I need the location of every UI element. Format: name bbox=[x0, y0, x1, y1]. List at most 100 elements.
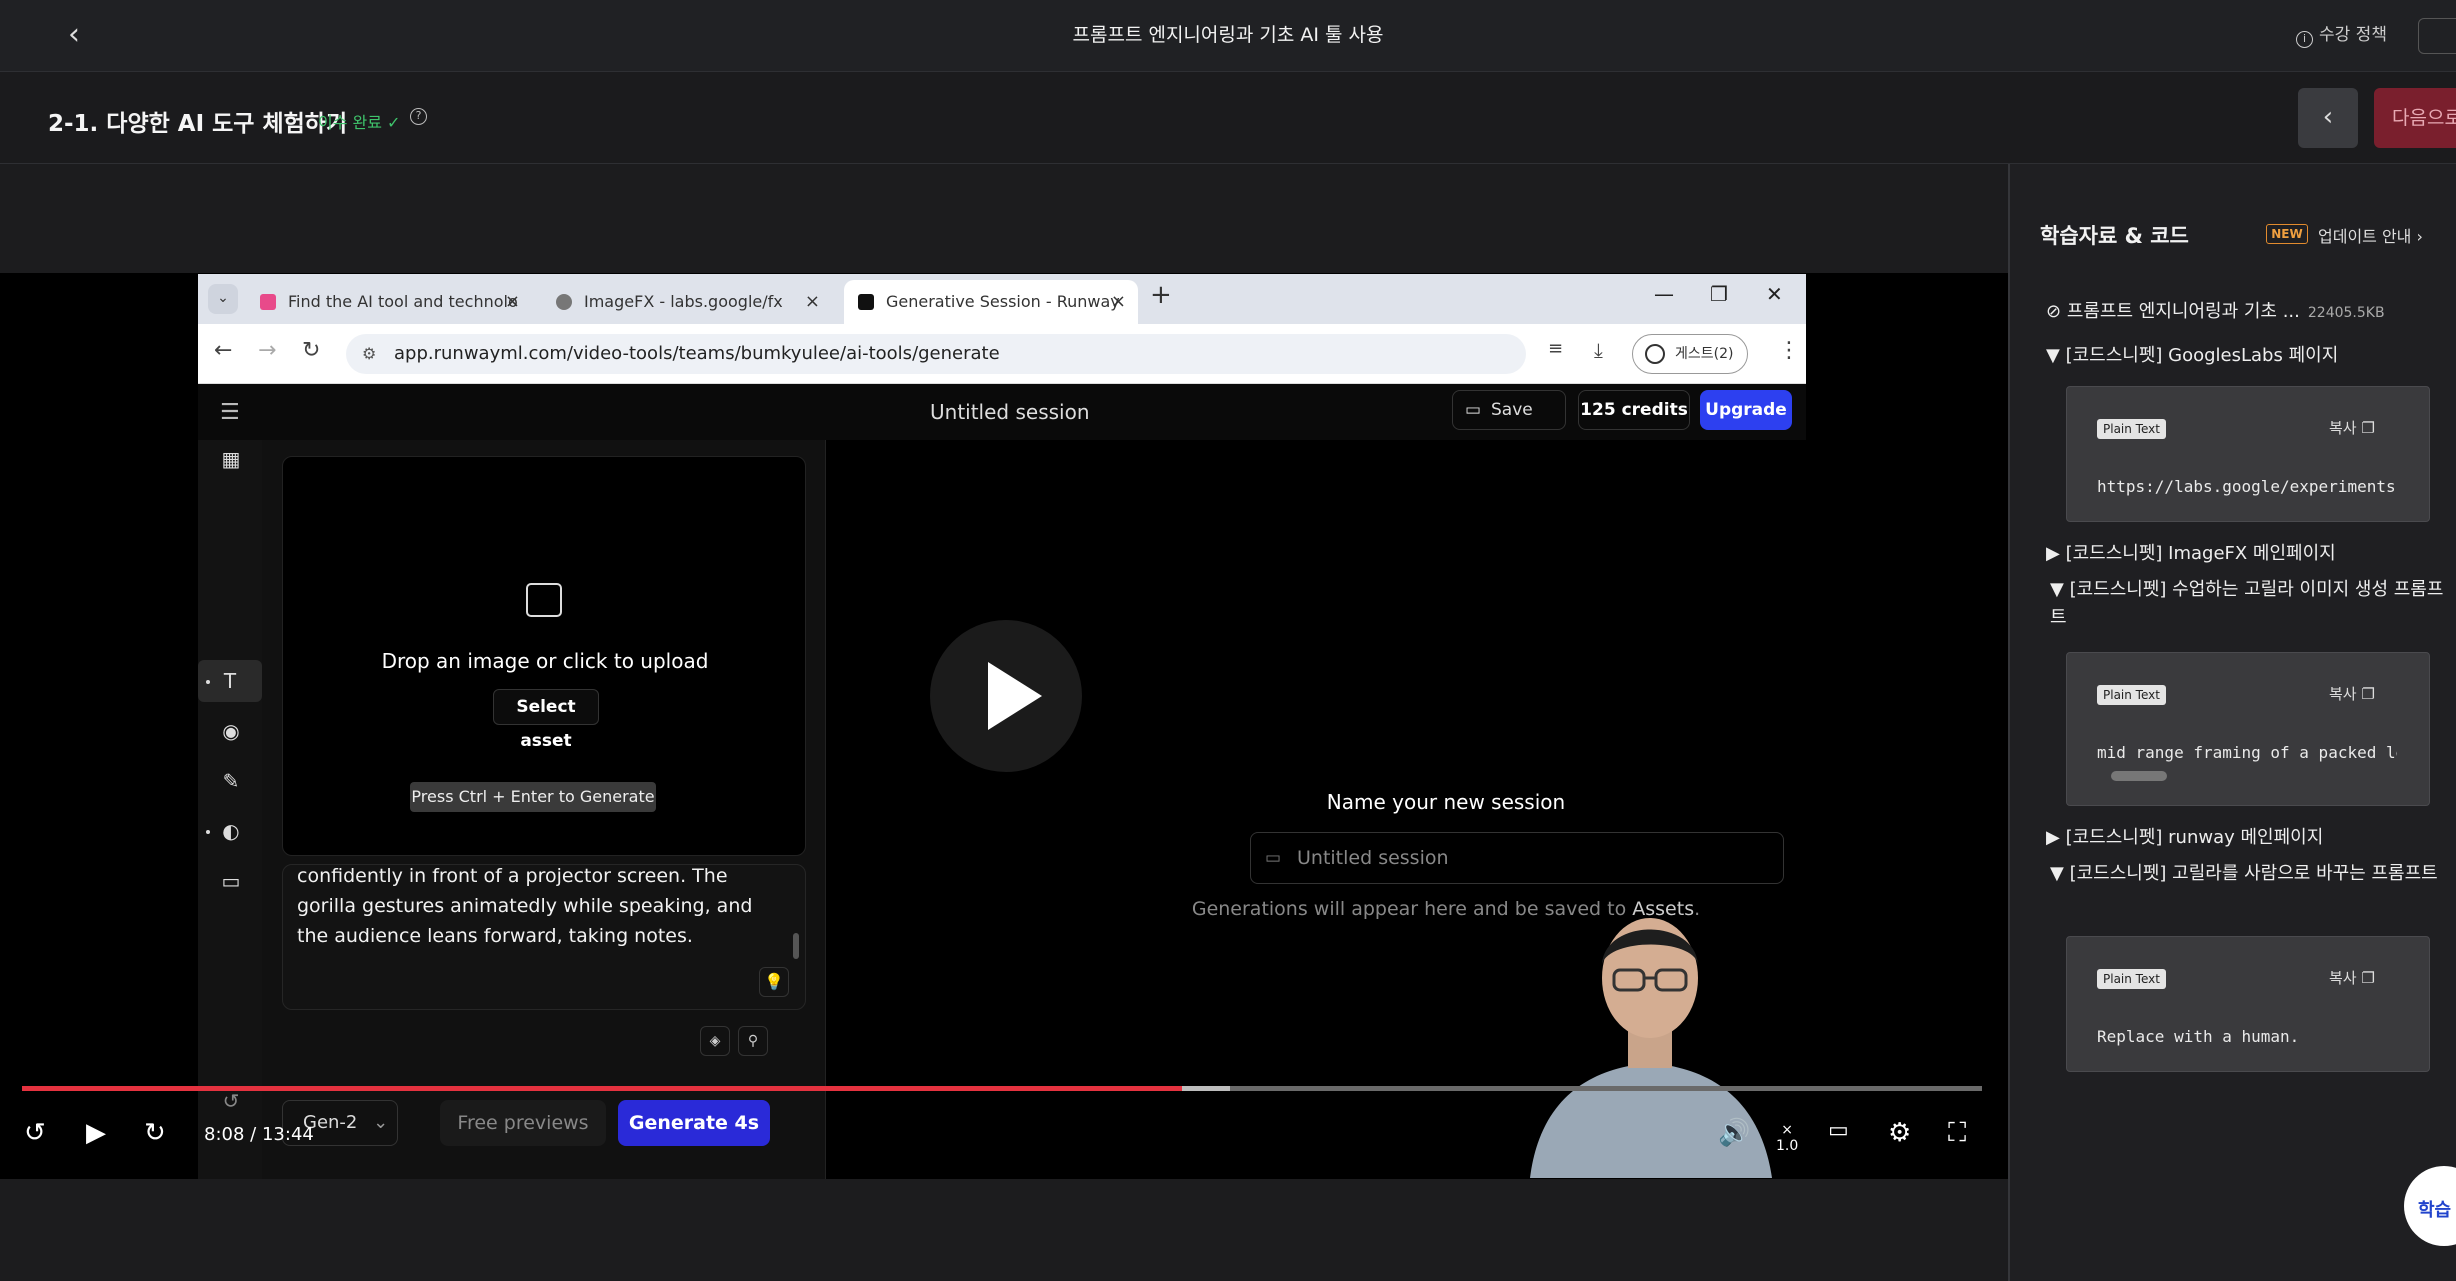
snippet-label: [코드스니펫] 수업하는 고릴라 이미지 생성 프롬프트 bbox=[2050, 579, 2444, 628]
folder-icon: ▭ bbox=[1465, 400, 1482, 420]
reload-icon: ↻ bbox=[302, 338, 321, 363]
rewind-10-icon[interactable]: ↺ bbox=[24, 1118, 46, 1148]
play-icon bbox=[988, 662, 1042, 730]
camera-icon: ◉ bbox=[222, 719, 240, 743]
browser-tab: ImageFX - labs.google/fx × bbox=[542, 280, 832, 324]
prev-lesson-button[interactable]: ‹ bbox=[2298, 88, 2358, 148]
name-session-heading: Name your new session bbox=[1326, 790, 1566, 814]
code-block: Plain Text 복사 ❐ Replace with a human. bbox=[2066, 936, 2430, 1072]
forward-10-icon[interactable]: ↻ bbox=[144, 1118, 166, 1148]
settings-gear-icon[interactable]: ⚙ bbox=[1888, 1118, 1911, 1148]
caret-down-icon: ▼ bbox=[2050, 863, 2070, 884]
captions-icon[interactable]: ▭ bbox=[1828, 1118, 1849, 1143]
tab-label: Generative Session - Runway bbox=[886, 292, 1120, 311]
media-icon: ≡ bbox=[1548, 338, 1564, 359]
tab-favicon bbox=[556, 294, 572, 310]
restore-icon: ❐ bbox=[1710, 282, 1728, 306]
copy-icon: ❐ bbox=[2361, 969, 2375, 987]
close-icon: × bbox=[504, 291, 520, 312]
copy-label: 복사 bbox=[2329, 419, 2357, 437]
code-block: Plain Text 복사 ❐ mid range framing of a p… bbox=[2066, 652, 2430, 806]
back-arrow-icon: ← bbox=[214, 338, 233, 363]
tab-favicon bbox=[260, 294, 276, 310]
snippet-label: [코드스니펫] runway 메인페이지 bbox=[2065, 827, 2324, 848]
snippet-toggle[interactable]: ▼ [코드스니펫] 수업하는 고릴라 이미지 생성 프롬프트 bbox=[2050, 576, 2454, 632]
fullscreen-icon[interactable]: ⛶ bbox=[1948, 1118, 1966, 1149]
tab-label: Find the AI tool and technolo bbox=[288, 292, 518, 311]
copy-button[interactable]: 복사 ❐ bbox=[2329, 417, 2375, 438]
kebab-menu-icon: ⋮ bbox=[1778, 338, 1800, 363]
profile-label: 게스트(2) bbox=[1675, 346, 1734, 362]
copy-button[interactable]: 복사 ❐ bbox=[2329, 967, 2375, 988]
copy-label: 복사 bbox=[2329, 969, 2357, 987]
course-title: 프롬프트 엔지니어링과 기초 AI 툴 사용 bbox=[1072, 24, 1384, 46]
copy-button[interactable]: 복사 ❐ bbox=[2329, 683, 2375, 704]
played-range bbox=[22, 1086, 1183, 1091]
close-icon: × bbox=[1110, 291, 1126, 312]
info-icon: i bbox=[2296, 31, 2313, 48]
snippet-toggle[interactable]: ▼ [코드스니펫] GooglesLabs 페이지 bbox=[2046, 342, 2450, 370]
top-bar: ‹ 프롬프트 엔지니어링과 기초 AI 툴 사용 i 수강 정책 bbox=[0, 0, 2456, 72]
browser-tab: Find the AI tool and technolo × bbox=[246, 280, 532, 324]
caret-down-icon: ▼ bbox=[2046, 345, 2066, 366]
new-tab-icon: + bbox=[1150, 280, 1172, 310]
caret-right-icon: ▶ bbox=[2046, 827, 2066, 848]
snippet-toggle[interactable]: ▶ [코드스니펫] runway 메인페이지 bbox=[2046, 824, 2450, 852]
completion-status: 이수 완료 ✓ bbox=[318, 113, 401, 132]
tab-search-icon: ⌄ bbox=[208, 284, 238, 314]
minimize-icon: — bbox=[1654, 282, 1674, 306]
lang-badge: Plain Text bbox=[2097, 685, 2166, 705]
policy-link[interactable]: i 수강 정책 bbox=[2296, 20, 2387, 48]
progress-bar[interactable] bbox=[22, 1086, 1982, 1091]
copy-label: 복사 bbox=[2329, 685, 2357, 703]
free-previews-button: Free previews bbox=[440, 1100, 606, 1146]
file-name: 프롬프트 엔지니어링과 기초 ... bbox=[2066, 301, 2300, 322]
chevron-right-icon: › bbox=[2416, 227, 2423, 246]
lang-badge: Plain Text bbox=[2097, 419, 2166, 439]
snippet-label: [코드스니펫] ImageFX 메인페이지 bbox=[2065, 543, 2336, 564]
speed-x-icon: × bbox=[1781, 1122, 1793, 1138]
current-time: 8:08 bbox=[204, 1124, 245, 1145]
browser-tab-active: Generative Session - Runway × bbox=[844, 280, 1138, 324]
new-badge: NEW bbox=[2266, 224, 2308, 244]
prompt-scrollbar bbox=[793, 933, 799, 959]
copy-icon: ❐ bbox=[2361, 419, 2375, 437]
snippet-toggle[interactable]: ▼ [코드스니펫] 고릴라를 사람으로 바꾸는 프롬프트 bbox=[2050, 860, 2454, 888]
profile-chip: 게스트(2) bbox=[1632, 334, 1748, 374]
volume-icon[interactable]: 🔊 bbox=[1718, 1118, 1750, 1148]
selected-dot bbox=[206, 680, 210, 684]
code-block: Plain Text 복사 ❐ https://labs.google/expe… bbox=[2066, 386, 2430, 522]
hamburger-menu-icon: ☰ bbox=[220, 400, 240, 425]
snippet-label: [코드스니펫] GooglesLabs 페이지 bbox=[2065, 345, 2339, 366]
time-display: 8:08 / 13:44 bbox=[204, 1124, 314, 1145]
horizontal-scrollbar[interactable] bbox=[2111, 771, 2167, 781]
attachment-file[interactable]: ⊘ 프롬프트 엔지니어링과 기초 ... 22405.5KB bbox=[2046, 298, 2450, 327]
big-play-button[interactable] bbox=[930, 620, 1082, 772]
snippet-toggle[interactable]: ▶ [코드스니펫] ImageFX 메인페이지 bbox=[2046, 540, 2450, 568]
session-title: Untitled session bbox=[930, 400, 1090, 424]
policy-label: 수강 정책 bbox=[2319, 25, 2387, 45]
update-notice-link[interactable]: 업데이트 안내 › bbox=[2318, 223, 2423, 247]
upgrade-button: Upgrade bbox=[1700, 390, 1792, 430]
prompt-text: confidently in front of a projector scre… bbox=[297, 865, 753, 947]
help-icon[interactable]: ? bbox=[410, 108, 427, 125]
tab-label: ImageFX - labs.google/fx bbox=[584, 292, 783, 311]
buffered-range bbox=[1182, 1086, 1230, 1091]
playback-speed[interactable]: × 1.0 bbox=[1776, 1122, 1798, 1154]
speed-value: 1.0 bbox=[1776, 1138, 1799, 1154]
indicator-dot bbox=[206, 830, 210, 834]
play-icon[interactable]: ▶ bbox=[86, 1118, 106, 1148]
profile-icon bbox=[1645, 344, 1665, 364]
sidebar-title: 학습자료 & 코드 bbox=[2040, 224, 2189, 248]
session-name-input: ▭ Untitled session bbox=[1250, 832, 1784, 884]
next-lesson-button[interactable]: 다음으로 bbox=[2374, 88, 2456, 148]
window-close-icon: ✕ bbox=[1766, 282, 1783, 306]
folder-icon: ▭ bbox=[1265, 848, 1282, 868]
browser-toolbar: ← → ↻ ⚙ app.runwayml.com/video-tools/team… bbox=[198, 324, 1806, 384]
generate-tooltip: Press Ctrl + Enter to Generate bbox=[410, 782, 656, 812]
qna-button[interactable] bbox=[2418, 18, 2456, 54]
materials-sidebar: 학습자료 & 코드 NEW 업데이트 안내 › ⊘ 프롬프트 엔지니어링과 기초… bbox=[2008, 164, 2456, 1281]
code-text: mid range framing of a packed le bbox=[2097, 743, 2397, 762]
browser-tabstrip: ⌄ Find the AI tool and technolo × ImageFX… bbox=[198, 274, 1806, 324]
copy-icon: ❐ bbox=[2361, 685, 2375, 703]
